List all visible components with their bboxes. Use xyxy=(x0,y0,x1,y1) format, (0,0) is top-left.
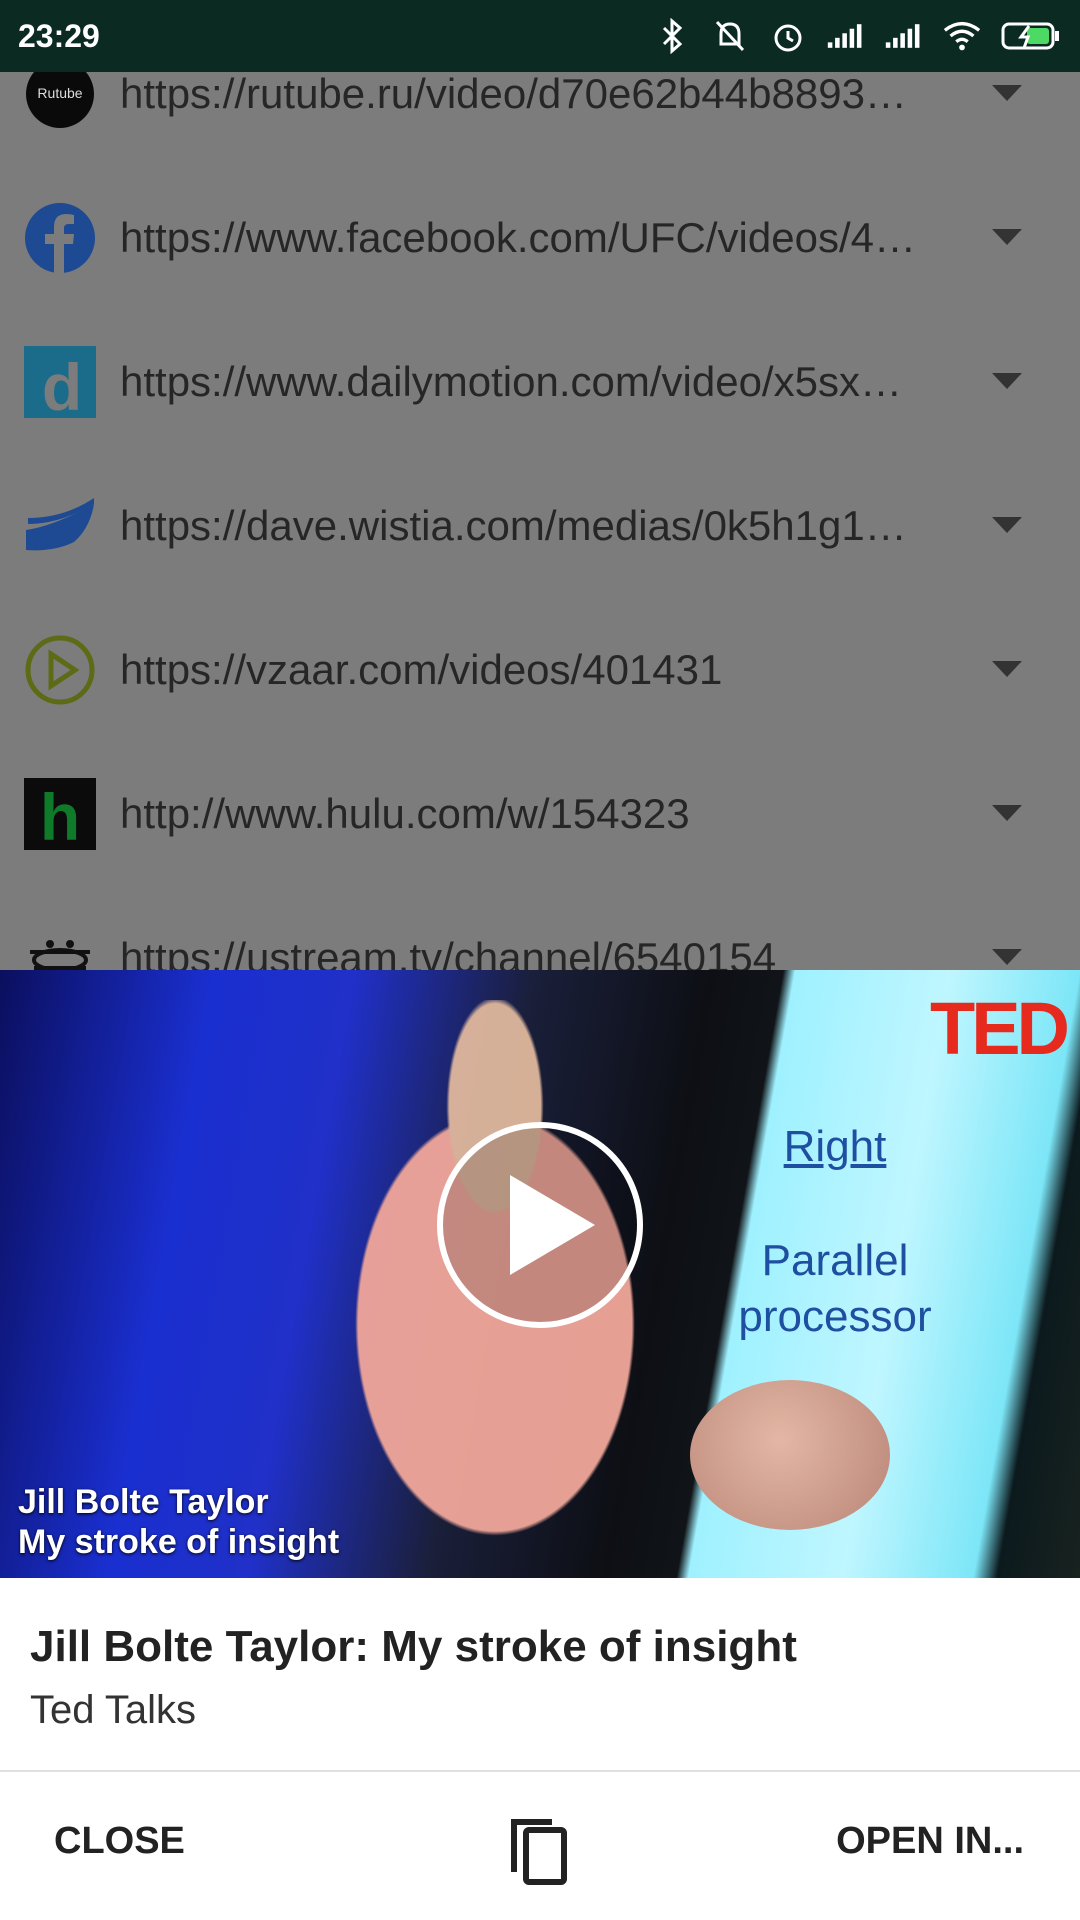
slide-text-line3: processor xyxy=(738,1292,932,1341)
chevron-down-icon[interactable] xyxy=(992,805,1022,823)
notifications-off-icon xyxy=(710,16,750,56)
rutube-logo-icon: Rutube xyxy=(24,72,96,130)
hulu-logo-icon: h xyxy=(24,778,96,850)
list-item[interactable]: https://dave.wistia.com/medias/0k5h1g1… xyxy=(0,454,1080,598)
slide-text-line2: Parallel xyxy=(761,1236,909,1285)
dailymotion-logo-icon: d xyxy=(24,346,96,418)
action-bar: CLOSE OPEN IN... xyxy=(0,1772,1080,1920)
list-item[interactable]: d https://www.dailymotion.com/video/x5sx… xyxy=(0,310,1080,454)
wistia-logo-icon xyxy=(24,490,96,562)
chevron-down-icon[interactable] xyxy=(992,229,1022,247)
url-list: Rutube https://rutube.ru/video/d70e62b44… xyxy=(0,72,1080,972)
chevron-down-icon[interactable] xyxy=(992,517,1022,535)
chevron-down-icon[interactable] xyxy=(992,373,1022,391)
list-item[interactable]: https://ustream.tv/channel/6540154 xyxy=(0,886,1080,972)
list-item[interactable]: https://vzaar.com/videos/401431 xyxy=(0,598,1080,742)
list-item-url: https://vzaar.com/videos/401431 xyxy=(120,646,723,693)
rutube-logo-text: Rutube xyxy=(37,85,82,101)
status-time: 23:29 xyxy=(18,17,100,54)
play-icon[interactable] xyxy=(435,1120,645,1330)
caption-speaker: Jill Bolte Taylor xyxy=(18,1483,269,1521)
status-icons xyxy=(652,16,1062,56)
facebook-logo-icon xyxy=(24,202,96,274)
copy-icon[interactable] xyxy=(508,1816,572,1888)
caption-talk: My stroke of insight xyxy=(18,1523,340,1561)
video-info: Jill Bolte Taylor: My stroke of insight … xyxy=(0,1578,1080,1740)
open-in-button[interactable]: OPEN IN... xyxy=(836,1820,1024,1863)
list-item-url: https://www.facebook.com/UFC/videos/4… xyxy=(120,214,916,261)
list-item-url: http://www.hulu.com/w/154323 xyxy=(120,790,690,837)
video-title: Jill Bolte Taylor: My stroke of insight xyxy=(30,1622,797,1671)
signal-icon xyxy=(826,16,866,56)
video-channel: Ted Talks xyxy=(30,1688,197,1732)
list-item-url: https://rutube.ru/video/d70e62b44b8893… xyxy=(120,72,907,117)
video-preview-sheet: TED Right Parallel processor Jill Bolte … xyxy=(0,970,1080,1920)
vzaar-logo-icon xyxy=(24,634,96,706)
video-caption: Jill Bolte Taylor My stroke of insight xyxy=(18,1482,339,1562)
alarm-icon xyxy=(768,16,808,56)
wifi-icon xyxy=(942,16,982,56)
list-item[interactable]: h http://www.hulu.com/w/154323 xyxy=(0,742,1080,886)
dailymotion-logo-text: d xyxy=(42,350,82,418)
brain-image xyxy=(690,1380,890,1530)
close-button[interactable]: CLOSE xyxy=(54,1820,185,1863)
battery-charging-icon xyxy=(1000,16,1062,56)
video-thumbnail[interactable]: TED Right Parallel processor Jill Bolte … xyxy=(0,970,1080,1578)
chevron-down-icon[interactable] xyxy=(992,661,1022,679)
list-item[interactable]: Rutube https://rutube.ru/video/d70e62b44… xyxy=(0,72,1080,166)
chevron-down-icon[interactable] xyxy=(992,85,1022,103)
list-item[interactable]: https://www.facebook.com/UFC/videos/4… xyxy=(0,166,1080,310)
chevron-down-icon[interactable] xyxy=(992,949,1022,967)
ted-logo: TED xyxy=(930,987,1070,1070)
bluetooth-icon xyxy=(652,16,692,56)
list-item-url: https://dave.wistia.com/medias/0k5h1g1… xyxy=(120,502,907,549)
hulu-logo-text: h xyxy=(40,780,80,850)
status-bar: 23:29 xyxy=(0,0,1080,72)
signal-icon xyxy=(884,16,924,56)
slide-text-line1: Right xyxy=(783,1122,887,1171)
list-item-url: https://ustream.tv/channel/6540154 xyxy=(120,934,777,972)
ustream-logo-icon xyxy=(24,922,96,972)
list-item-url: https://www.dailymotion.com/video/x5sx… xyxy=(120,358,902,405)
